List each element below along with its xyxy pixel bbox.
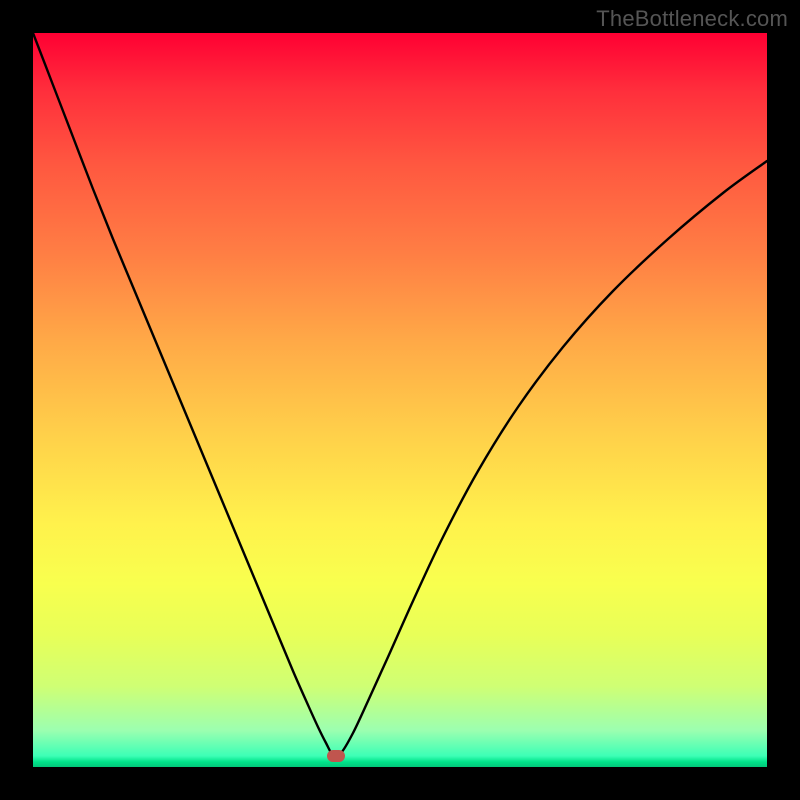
plot-area — [33, 33, 767, 767]
chart-frame: TheBottleneck.com — [0, 0, 800, 800]
bottleneck-curve — [33, 33, 767, 767]
watermark-text: TheBottleneck.com — [596, 6, 788, 32]
minimum-marker — [327, 750, 345, 762]
